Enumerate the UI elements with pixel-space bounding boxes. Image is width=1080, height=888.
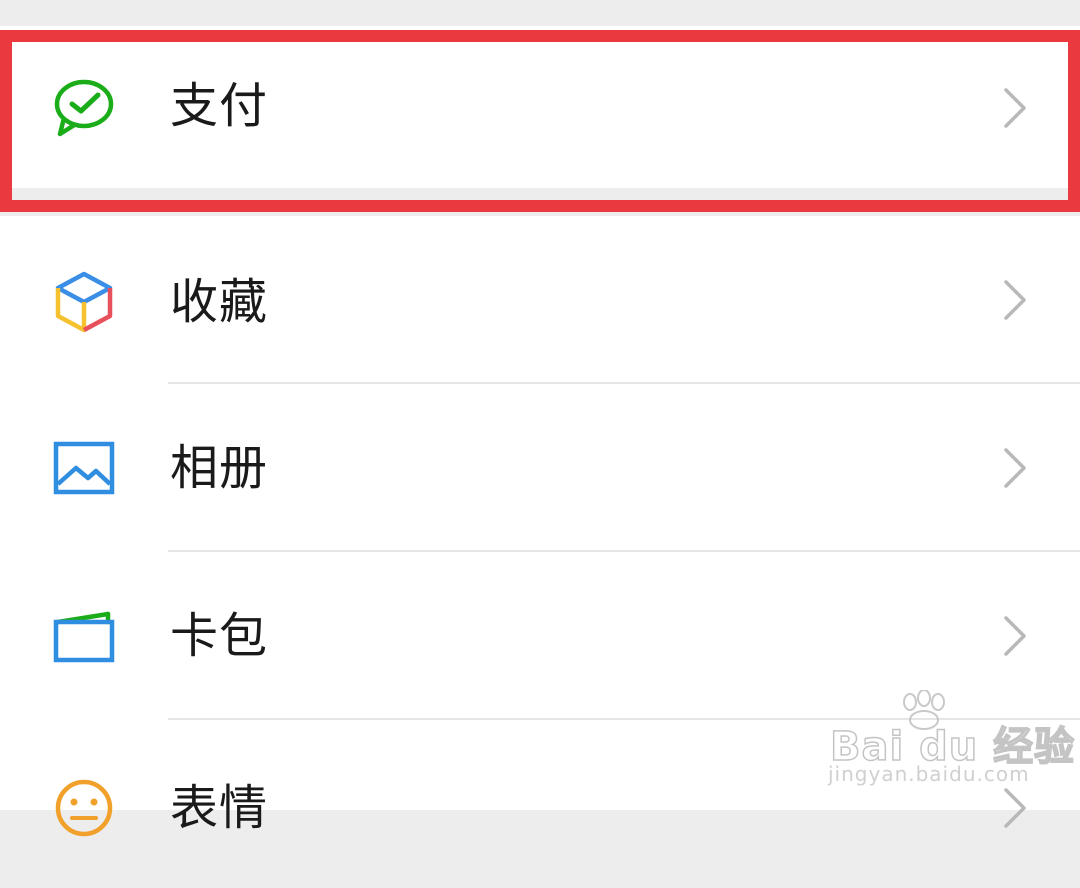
menu-item-card-wallet[interactable]: 卡包 (0, 552, 1080, 720)
menu-item-label: 卡包 (170, 608, 269, 664)
menu-item-favorites[interactable]: 收藏 (0, 216, 1080, 384)
favorites-cube-icon (55, 271, 113, 333)
chevron-right-icon (1004, 616, 1026, 656)
menu-item-label: 表情 (170, 780, 269, 836)
top-background (0, 0, 1080, 26)
emoji-icon (55, 779, 113, 837)
menu-item-label: 支付 (170, 78, 269, 134)
card-wallet-icon (53, 611, 115, 663)
menu-item-pay[interactable]: 支付 (0, 26, 1080, 188)
menu-item-label: 相册 (170, 440, 269, 496)
chevron-right-icon (1004, 88, 1026, 128)
wechat-pay-icon (54, 79, 114, 137)
menu-item-label: 收藏 (170, 274, 269, 330)
album-icon (53, 441, 115, 495)
section-gap (0, 188, 1080, 216)
menu-item-album[interactable]: 相册 (0, 384, 1080, 552)
menu-item-emoji[interactable]: 表情 (0, 720, 1080, 888)
menu-group: 收藏 相册 卡包 表情 (0, 216, 1080, 837)
chevron-right-icon (1004, 788, 1026, 828)
pay-row[interactable]: 支付 (0, 26, 1080, 188)
wechat-me-menu: 支付 收藏 相册 卡包 表情 Bai du 经验 jingyan.baidu.c… (0, 0, 1080, 837)
chevron-right-icon (1004, 448, 1026, 488)
chevron-right-icon (1004, 280, 1026, 320)
